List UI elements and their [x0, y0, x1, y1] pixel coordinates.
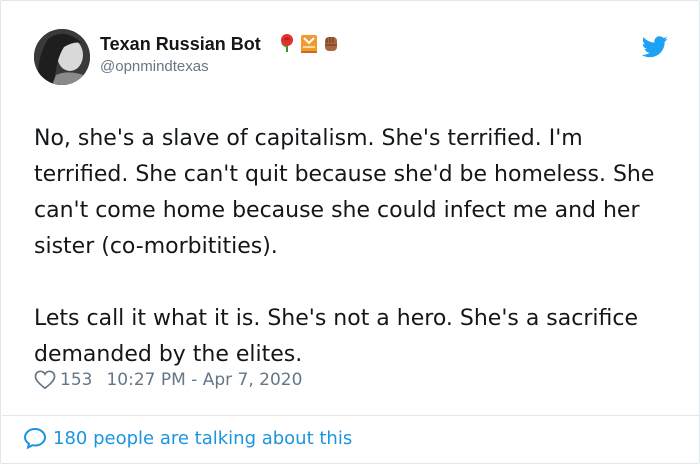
speech-bubble-icon: [23, 427, 47, 449]
tweet-card: Texan Russian Bot @opnmindtexas No, she'…: [0, 0, 700, 464]
heart-icon[interactable]: [34, 370, 56, 390]
divider: [2, 415, 700, 416]
display-name[interactable]: Texan Russian Bot: [100, 34, 261, 55]
user-handle[interactable]: @opnmindtexas: [100, 58, 209, 75]
tweet-timestamp[interactable]: 10:27 PM - Apr 7, 2020: [106, 370, 302, 390]
rose-icon: [281, 34, 293, 52]
tweet-paragraph: No, she's a slave of capitalism. She's t…: [34, 126, 655, 259]
avatar[interactable]: [34, 29, 90, 85]
tweet-body: No, she's a slave of capitalism. She's t…: [34, 121, 674, 373]
name-emojis: [277, 33, 341, 53]
talking-about-link[interactable]: 180 people are talking about this: [23, 425, 352, 451]
like-count[interactable]: 153: [60, 370, 92, 390]
tweet-meta: 153 10:27 PM - Apr 7, 2020: [34, 367, 302, 393]
tweet-paragraph: Lets call it what it is. She's not a her…: [34, 306, 638, 367]
twitter-bird-icon[interactable]: [642, 36, 668, 58]
avatar-photo-icon: [34, 29, 90, 85]
construction-worker-icon: [301, 35, 317, 53]
talking-about-label[interactable]: 180 people are talking about this: [53, 428, 352, 449]
raised-fist-icon: [325, 37, 337, 51]
